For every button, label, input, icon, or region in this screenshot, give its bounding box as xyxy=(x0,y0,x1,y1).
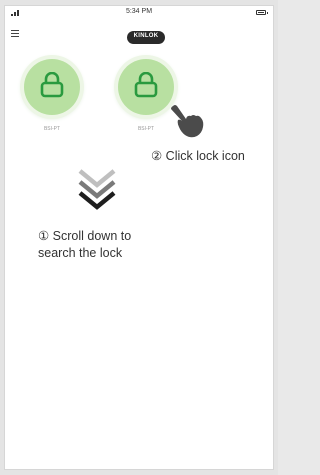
lock-button[interactable] xyxy=(118,59,174,115)
app-logo: KINLOK xyxy=(127,31,165,44)
phone-frame: 5:34 PM KINLOK BSI-PT BSI-PT ② Click loc… xyxy=(0,0,278,475)
app-screen: 5:34 PM KINLOK BSI-PT BSI-PT ② Click loc… xyxy=(4,5,274,470)
battery-icon xyxy=(256,10,268,15)
instruction-step-one: ① Scroll down to search the lock xyxy=(38,228,131,262)
lock-label: BSI-PT xyxy=(137,126,155,132)
lock-label: BSI-PT xyxy=(43,126,61,132)
status-time: 5:34 PM xyxy=(125,8,153,15)
hamburger-menu-icon[interactable] xyxy=(11,30,19,38)
status-bar: 5:34 PM xyxy=(5,6,273,20)
logo-text: KINLOK xyxy=(133,33,159,39)
lock-button[interactable] xyxy=(24,59,80,115)
instruction-step-two: ② Click lock icon xyxy=(151,149,245,163)
instruction-step-one-line1: ① Scroll down to xyxy=(38,229,132,243)
instruction-step-one-line2: search the lock xyxy=(38,246,123,260)
scroll-down-chevrons-icon xyxy=(78,169,116,210)
lock-icon xyxy=(40,72,64,98)
lock-icon xyxy=(134,72,158,98)
hand-pointer-icon xyxy=(171,105,204,138)
